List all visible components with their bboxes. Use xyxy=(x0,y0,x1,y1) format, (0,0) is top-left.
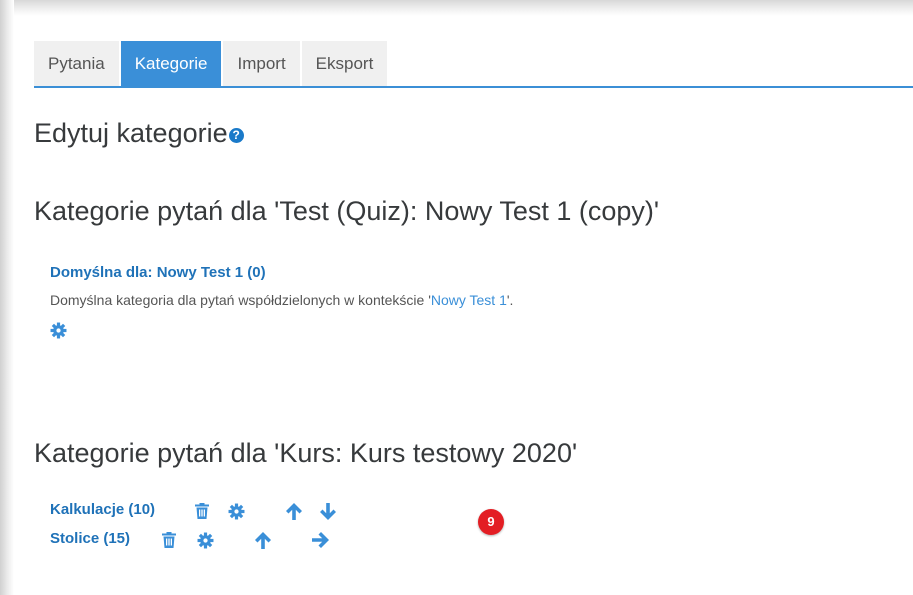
page-title: Edytuj kategorie xyxy=(34,118,228,148)
page-title-row: Edytuj kategorie? xyxy=(34,118,244,149)
tab-eksport[interactable]: Eksport xyxy=(301,41,388,86)
gear-icon[interactable] xyxy=(228,503,245,520)
arrow-up-icon[interactable] xyxy=(286,503,302,520)
section-title-quiz: Kategorie pytań dla 'Test (Quiz): Nowy T… xyxy=(34,196,660,226)
tab-bar: Pytania Kategorie Import Eksport xyxy=(34,38,913,88)
description-suffix: '. xyxy=(506,292,514,308)
category-link-kalkulacje[interactable]: Kalkulacje (10) xyxy=(50,501,155,518)
tab-pytania[interactable]: Pytania xyxy=(34,41,119,86)
window-shadow-top xyxy=(0,0,913,16)
arrow-down-icon[interactable] xyxy=(320,503,336,520)
category-link-default[interactable]: Domyślna dla: Nowy Test 1 (0) xyxy=(50,264,266,281)
main-content: Pytania Kategorie Import Eksport Edytuj … xyxy=(34,38,913,549)
section-title-course: Kategorie pytań dla 'Kurs: Kurs testowy … xyxy=(34,438,578,468)
trash-icon[interactable] xyxy=(195,503,209,519)
gear-icon[interactable] xyxy=(50,322,67,339)
question-circle-icon[interactable]: ? xyxy=(228,128,244,143)
tab-import[interactable]: Import xyxy=(223,41,300,86)
category-description: Domyślna kategoria dla pytań współdzielo… xyxy=(50,292,513,308)
description-text: Domyślna kategoria dla pytań współdzielo… xyxy=(50,292,431,308)
context-link[interactable]: Nowy Test 1 xyxy=(431,292,507,308)
annotation-badge: 9 xyxy=(478,509,504,535)
gear-icon[interactable] xyxy=(197,532,214,549)
trash-icon[interactable] xyxy=(162,532,176,548)
screenshot-frame: Pytania Kategorie Import Eksport Edytuj … xyxy=(0,0,913,595)
category-link-stolice[interactable]: Stolice (15) xyxy=(50,530,130,547)
arrow-up-icon[interactable] xyxy=(255,532,271,549)
tab-kategorie[interactable]: Kategorie xyxy=(120,41,222,86)
arrow-right-icon[interactable] xyxy=(312,532,329,548)
window-shadow-left xyxy=(0,0,14,595)
